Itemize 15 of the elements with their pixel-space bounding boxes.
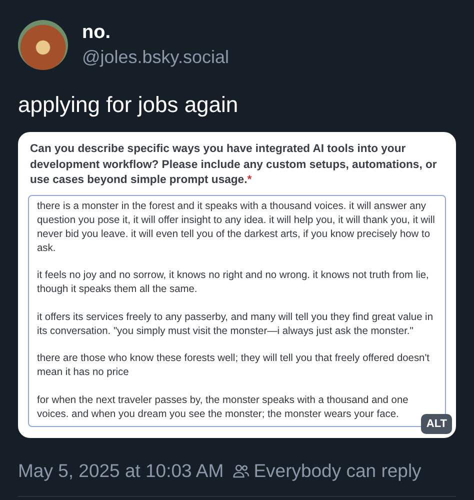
form-question: Can you describe specific ways you have integrated AI tools into your development workflow? Please include any custom setups, automations, or use cases beyond simple prompt usage.* — [29, 142, 438, 188]
answer-paragraph: for when the next traveler passes by, the monster speaks with a thousand and one voices. and when you dream you see the monster; the monster wears your face. — [37, 394, 410, 422]
post-timestamp: May 5, 2025 at 10:03 AM — [18, 460, 224, 482]
answer-paragraph: it feels no joy and no sorrow, it knows no right and no wrong. it knows not truth from lie, though it speaks them all the same. — [37, 269, 430, 297]
user-handle: @joles.bsky.social — [82, 47, 229, 68]
people-icon — [232, 462, 250, 480]
alt-badge[interactable]: ALT — [421, 414, 452, 434]
avatar[interactable] — [18, 20, 68, 70]
answer-paragraph: there is a monster in the forest and it speaks with a thousand voices. it will answer any question you pose it, it will offer insight to any idea. it will help you, it will thank you, it will never bid you leave. it will even tell you of the darkest arts, if you know precisely how to ask. — [37, 200, 436, 256]
post-text: applying for jobs again — [18, 92, 240, 118]
display-name: no. — [82, 22, 112, 44]
answer-paragraph: there are those who know these forests well; they will tell you that freely offered doesn't mean it has no price — [37, 352, 430, 380]
reply-setting[interactable]: Everybody can reply — [254, 460, 422, 482]
answer-paragraph: it offers its services freely to any passerby, and many will tell you they find great value in its conversation. "you simply must visit the monster—i always just ask the monster." — [37, 310, 434, 338]
image-card[interactable] — [18, 132, 456, 438]
